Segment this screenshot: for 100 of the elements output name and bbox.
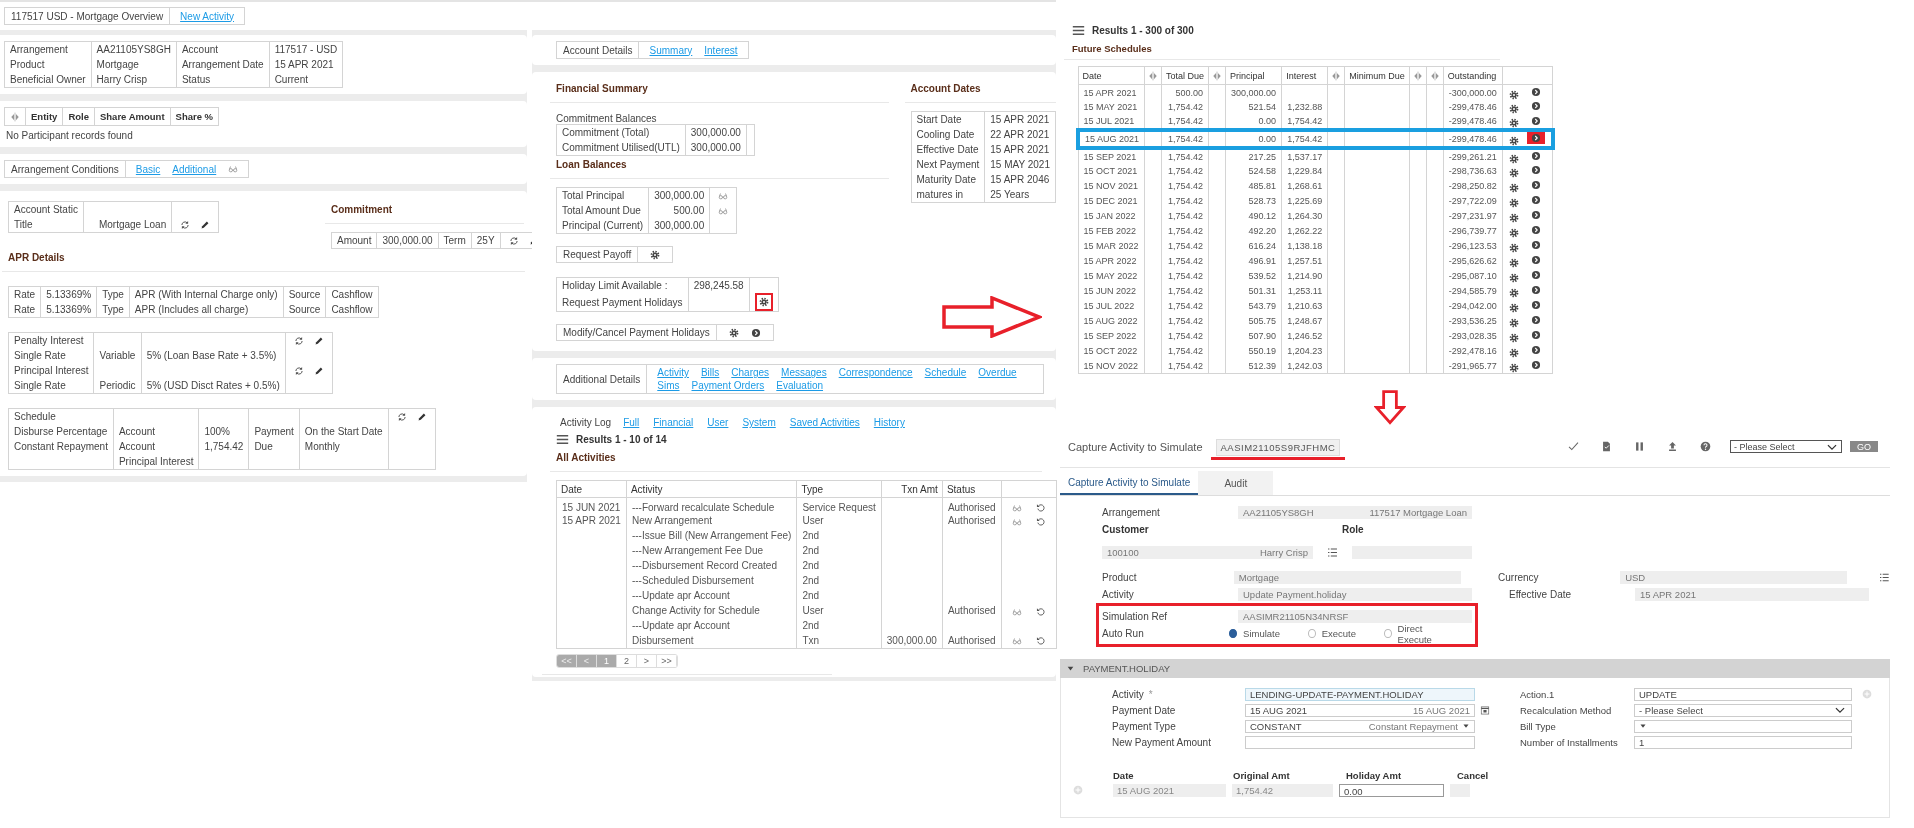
settings-icon[interactable] [1508, 197, 1519, 208]
refresh-icon[interactable] [293, 366, 304, 377]
chevron-circle-icon[interactable] [1530, 315, 1541, 326]
settings-icon[interactable] [1508, 362, 1519, 373]
radio-label[interactable]: Direct Execute [1397, 622, 1447, 645]
tab-link[interactable]: Activity [657, 367, 689, 378]
filter-link[interactable]: User [707, 417, 729, 428]
tab-link[interactable]: Schedule [924, 367, 967, 378]
menu-icon[interactable] [1072, 24, 1085, 37]
upload-icon[interactable] [1667, 441, 1678, 452]
edit-icon[interactable] [313, 366, 324, 377]
settings-icon[interactable] [1508, 317, 1519, 328]
settings-icon[interactable] [1508, 272, 1519, 283]
tab-link[interactable]: Bills [700, 367, 720, 378]
tab-link[interactable]: Additional [172, 163, 217, 175]
tab-link[interactable]: Sims [657, 380, 680, 391]
column-toggle-icon[interactable] [10, 112, 20, 123]
refresh-icon[interactable] [180, 220, 191, 231]
chevron-circle-icon[interactable] [1530, 87, 1541, 97]
tab-link[interactable]: Interest [704, 44, 738, 56]
pause-icon[interactable] [1634, 441, 1645, 452]
chevron-circle-icon[interactable] [1530, 195, 1541, 206]
input-field[interactable]: 1 [1634, 735, 1852, 749]
chevron-circle-icon[interactable] [1530, 345, 1541, 356]
highlighted-row[interactable]: 15 AUG 2021 1,754.42 0.00 1,754.42 -299,478.46 [1078, 130, 1553, 148]
refresh-icon[interactable] [508, 236, 519, 247]
chevron-circle-icon[interactable] [1530, 165, 1541, 176]
reverse-icon[interactable] [1035, 516, 1046, 527]
settings-icon[interactable] [1508, 332, 1519, 343]
tab-link[interactable]: Correspondence [838, 367, 913, 378]
input-field[interactable] [1245, 735, 1475, 749]
menu-icon[interactable] [556, 433, 569, 446]
input-field[interactable]: UPDATE [1634, 687, 1852, 701]
check-icon[interactable] [1568, 441, 1579, 452]
select-field[interactable]: - Please Select [1730, 440, 1842, 453]
settings-icon[interactable] [1508, 182, 1519, 193]
settings-icon[interactable] [1508, 118, 1519, 129]
radio-button[interactable] [1229, 629, 1238, 638]
settings-icon[interactable] [1508, 302, 1519, 313]
chevron-circle-icon[interactable] [1530, 225, 1541, 236]
filter-link[interactable]: System [742, 417, 776, 428]
settings-icon[interactable] [1508, 257, 1519, 268]
settings-icon[interactable] [1508, 167, 1519, 178]
settings-icon[interactable] [758, 297, 769, 307]
chevron-circle-icon[interactable] [1530, 150, 1541, 161]
tab-link[interactable]: Messages [781, 367, 827, 378]
settings-icon[interactable] [1508, 103, 1519, 114]
document-icon[interactable] [1601, 441, 1612, 452]
input-field[interactable]: - Please Select [1634, 703, 1852, 717]
tab[interactable]: Audit [1198, 471, 1274, 495]
settings-icon[interactable] [728, 327, 739, 338]
settings-icon[interactable] [1508, 212, 1519, 223]
edit-icon[interactable] [200, 220, 211, 231]
input-field[interactable]: 15 AUG 2021 15 AUG 2021 [1245, 703, 1475, 717]
tab-link[interactable]: Overdue [978, 367, 1017, 378]
reverse-icon[interactable] [1035, 606, 1046, 617]
caret-down-icon[interactable] [1066, 664, 1075, 673]
chevron-circle-icon[interactable] [1530, 101, 1541, 112]
filter-link[interactable]: Full [623, 417, 640, 428]
page-button[interactable]: 1 [597, 654, 617, 667]
chevron-circle-icon[interactable] [1530, 270, 1541, 281]
section-header[interactable]: PAYMENT.HOLIDAY [1060, 659, 1890, 678]
input-field[interactable] [1634, 719, 1852, 733]
settings-icon[interactable] [1508, 242, 1519, 253]
settings-icon[interactable] [1508, 135, 1519, 146]
chevron-circle-icon[interactable] [1530, 255, 1541, 266]
list-icon[interactable] [1879, 572, 1890, 583]
tab-link[interactable]: Evaluation [776, 380, 823, 391]
caret-down-icon[interactable] [1462, 722, 1470, 730]
settings-icon[interactable] [1508, 153, 1519, 164]
reverse-icon[interactable] [1035, 503, 1046, 514]
input-field[interactable]: LENDING-UPDATE-PAYMENT.HOLIDAY [1245, 687, 1475, 701]
radio-label[interactable]: Simulate [1243, 628, 1280, 639]
tab-link[interactable]: Payment Orders [691, 380, 765, 391]
chevron-circle-icon[interactable] [1530, 359, 1541, 370]
settings-icon[interactable] [1508, 227, 1519, 238]
chevron-circle-icon[interactable] [1530, 285, 1541, 296]
chevron-circle-icon[interactable] [750, 327, 761, 338]
tab-link[interactable]: Basic [135, 163, 161, 175]
settings-icon[interactable] [1508, 347, 1519, 358]
edit-icon[interactable] [416, 412, 427, 423]
filter-link[interactable]: History [873, 417, 905, 428]
refresh-icon[interactable] [293, 336, 304, 347]
tab-link[interactable]: New Activity [180, 10, 234, 22]
input-field[interactable]: CONSTANT Constant Repayment [1245, 719, 1475, 733]
settings-icon[interactable] [650, 249, 661, 260]
radio-label[interactable]: Execute [1321, 628, 1356, 639]
settings-icon[interactable] [1508, 89, 1519, 100]
chevron-circle-icon[interactable] [1530, 330, 1541, 341]
input-field[interactable]: 0.00 [1339, 783, 1444, 797]
chevron-circle-icon[interactable] [1530, 210, 1541, 221]
edit-icon[interactable] [313, 336, 324, 347]
list-icon[interactable] [1327, 547, 1338, 558]
settings-icon[interactable] [1508, 287, 1519, 298]
calendar-icon[interactable] [1480, 705, 1490, 715]
reverse-icon[interactable] [1035, 636, 1046, 647]
help-icon[interactable] [1700, 441, 1711, 452]
chevron-circle-icon[interactable] [1530, 180, 1541, 191]
chevron-circle-icon[interactable] [1530, 133, 1541, 144]
filter-link[interactable]: Financial [653, 417, 694, 428]
